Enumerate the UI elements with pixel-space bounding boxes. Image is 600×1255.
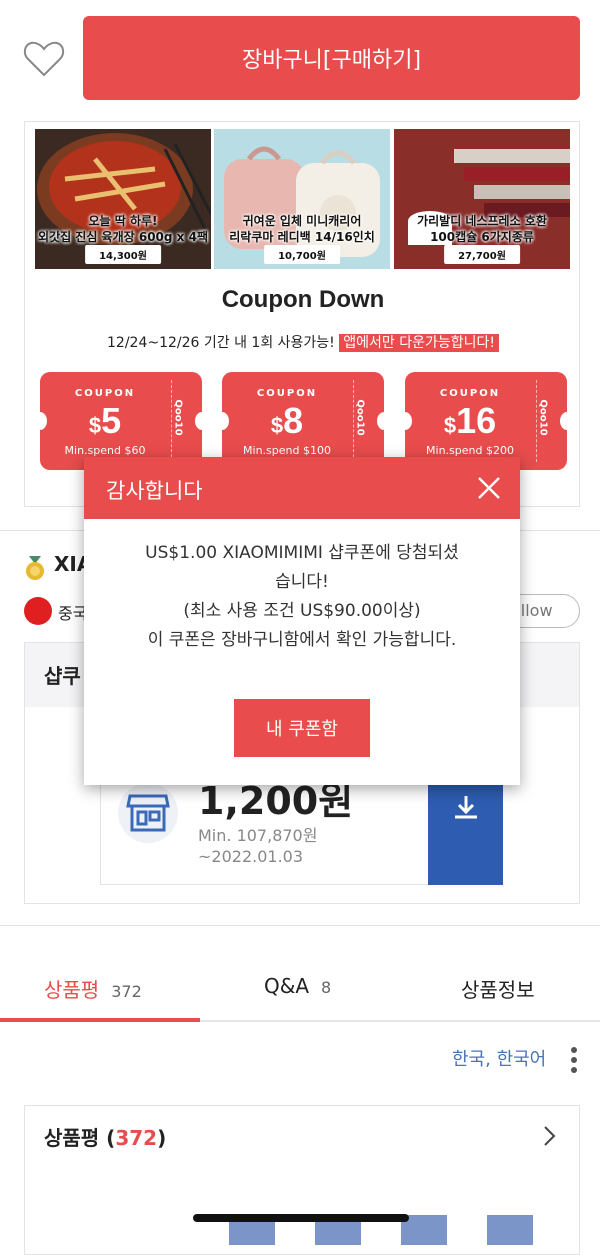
tab-qa[interactable]: Q&A 8: [264, 974, 331, 998]
promo-caption: 귀여운 입체 미니캐리어 리락쿠마 레디백 14/16인치: [229, 214, 375, 244]
dialog-message: US$1.00 XIAOMIMIMI 샵쿠폰에 당첨되셨 습니다! (최소 사용…: [145, 543, 459, 650]
qoo10-logo: Qoo10: [537, 399, 549, 436]
shop-coupon-title: 샵쿠: [44, 664, 81, 688]
promo-caption: 가리발디 네스프레소 호환 100캡슐 6가지종류: [417, 214, 547, 244]
promo-product-1[interactable]: 오늘 딱 하루! 외갓집 진심 육개장 600g x 4팩 14,300원: [35, 129, 211, 269]
add-to-cart-button[interactable]: 장바구니[구매하기]: [83, 16, 580, 100]
rating-bar: [487, 1215, 533, 1245]
shop-coupon-min: Min. 107,870원: [198, 826, 318, 845]
coupon-download-button[interactable]: [428, 775, 503, 885]
heart-icon[interactable]: [22, 36, 66, 80]
tab-product-info[interactable]: 상품정보: [461, 974, 535, 1003]
promo-price: 27,700원: [444, 245, 520, 264]
medal-icon: [26, 556, 44, 580]
qoo10-logo: Qoo10: [354, 399, 366, 436]
promo-price: 14,300원: [85, 245, 161, 264]
promo-price: 10,700원: [264, 245, 340, 264]
chevron-right-icon[interactable]: [540, 1124, 558, 1148]
close-icon[interactable]: [476, 475, 502, 501]
my-coupons-button[interactable]: 내 쿠폰함: [234, 699, 370, 757]
coupon-down-subtitle: 12/24~12/26 기간 내 1회 사용가능! 앱에서만 다운가능합니다!: [25, 332, 581, 352]
coupon-down-title: Coupon Down: [221, 286, 385, 313]
more-options-icon[interactable]: [570, 1046, 578, 1074]
promo-banner[interactable]: 오늘 딱 하루! 외갓집 진심 육개장 600g x 4팩 14,300원 귀여운…: [24, 121, 580, 507]
coupon-ticket-16[interactable]: COUPON $16 Min.spend $200 Qoo10: [398, 372, 574, 470]
tab-active-indicator: [0, 1018, 200, 1022]
review-summary-title: 상품평 (372): [44, 1126, 167, 1150]
app-only-highlight: 앱에서만 다운가능합니다!: [339, 334, 499, 352]
store-icon: [126, 794, 170, 832]
dialog-title: 감사합니다: [106, 479, 203, 503]
coupon-ticket-5[interactable]: COUPON $5 Min.spend $60 Qoo10: [33, 372, 209, 470]
dialog-header: 감사합니다: [84, 457, 520, 519]
tab-reviews[interactable]: 상품평 372: [44, 974, 142, 1003]
language-selector[interactable]: 한국, 한국어: [452, 1045, 546, 1071]
china-flag-icon: [24, 597, 52, 625]
home-indicator: [193, 1214, 409, 1222]
promo-caption: 오늘 딱 하루! 외갓집 진심 육개장 600g x 4팩: [38, 214, 208, 244]
download-icon: [455, 796, 477, 819]
promo-product-2[interactable]: 귀여운 입체 미니캐리어 리락쿠마 레디백 14/16인치 10,700원: [214, 129, 390, 269]
divider: [0, 925, 600, 926]
promo-product-3[interactable]: 가리발디 네스프레소 호환 100캡슐 6가지종류 27,700원: [394, 129, 570, 269]
coupon-ticket-8[interactable]: COUPON $8 Min.spend $100 Qoo10: [215, 372, 391, 470]
qoo10-logo: Qoo10: [172, 399, 184, 436]
coupon-won-dialog: 감사합니다 US$1.00 XIAOMIMIMI 샵쿠폰에 당첨되셨 습니다! …: [84, 457, 520, 785]
shop-coupon-expiry: ~2022.01.03: [198, 847, 304, 866]
